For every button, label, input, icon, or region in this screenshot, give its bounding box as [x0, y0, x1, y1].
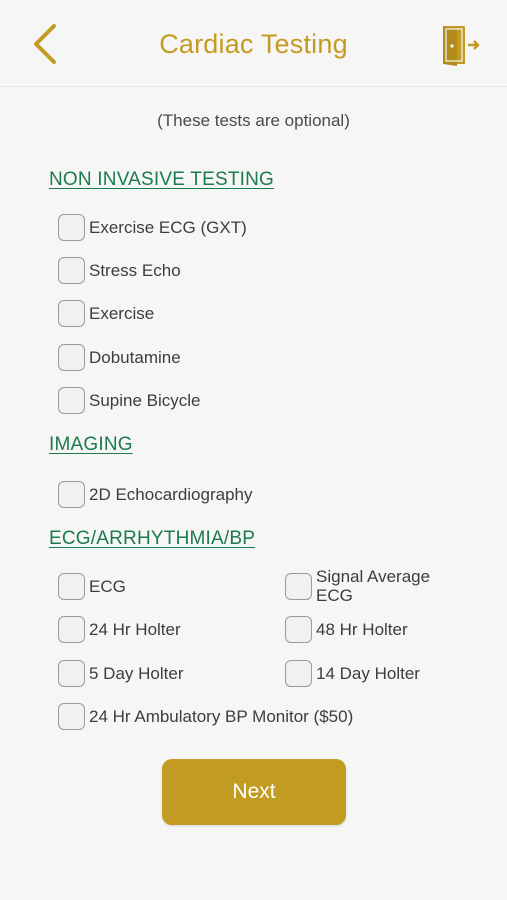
option-stress-echo[interactable]: Stress Echo	[58, 254, 181, 286]
option-signal-average-ecg[interactable]: Signal Average ECG	[285, 565, 446, 607]
option-2d-echocardiography[interactable]: 2D Echocardiography	[58, 478, 252, 510]
checkbox[interactable]	[285, 659, 312, 687]
checkbox[interactable]	[58, 256, 85, 284]
page-title: Cardiac Testing	[159, 29, 348, 59]
next-button[interactable]: Next	[162, 759, 346, 825]
option-dobutamine[interactable]: Dobutamine	[58, 341, 181, 373]
option-label: 5 Day Holter	[89, 663, 184, 683]
option-label: Supine Bicycle	[89, 390, 201, 410]
option-label: ECG	[89, 576, 126, 596]
checkbox[interactable]	[58, 480, 85, 508]
option-label: 24 Hr Ambulatory BP Monitor ($50)	[89, 706, 354, 726]
option-5-day-holter[interactable]: 5 Day Holter	[58, 657, 183, 689]
logout-button[interactable]	[440, 22, 482, 68]
option-48hr-holter[interactable]: 48 Hr Holter	[285, 613, 408, 645]
optional-note: (These tests are optional)	[157, 111, 350, 130]
checkbox[interactable]	[58, 702, 85, 730]
option-exercise-ecg[interactable]: Exercise ECG (GXT)	[58, 211, 247, 243]
option-label: 48 Hr Holter	[316, 619, 408, 639]
section-heading-imaging: IMAGING	[49, 434, 133, 455]
logout-door-icon	[443, 26, 480, 66]
option-ecg[interactable]: ECG	[58, 570, 126, 602]
checkbox[interactable]	[58, 615, 85, 643]
option-24hr-ambulatory-bp[interactable]: 24 Hr Ambulatory BP Monitor ($50)	[58, 700, 353, 732]
checkbox[interactable]	[285, 615, 312, 643]
checkbox[interactable]	[285, 572, 312, 600]
option-label: 2D Echocardiography	[89, 484, 253, 504]
option-label: 14 Day Holter	[316, 663, 420, 683]
checkbox[interactable]	[58, 299, 85, 327]
option-exercise[interactable]: Exercise	[58, 297, 154, 329]
section-heading-non-invasive: NON INVASIVE TESTING	[49, 169, 275, 190]
cardiac-testing-screen: Cardiac Testing (These tests are optiona…	[0, 0, 507, 900]
checkbox[interactable]	[58, 343, 85, 371]
option-24hr-holter[interactable]: 24 Hr Holter	[58, 613, 181, 645]
option-label: Signal Average ECG	[316, 567, 431, 605]
option-14-day-holter[interactable]: 14 Day Holter	[285, 657, 420, 689]
checkbox[interactable]	[58, 659, 85, 687]
option-label: Stress Echo	[89, 260, 181, 280]
option-supine-bicycle[interactable]: Supine Bicycle	[58, 384, 201, 416]
checkbox[interactable]	[58, 572, 85, 600]
option-label: Dobutamine	[89, 347, 181, 367]
option-label: Exercise	[89, 303, 155, 323]
option-label: 24 Hr Holter	[89, 619, 181, 639]
section-heading-ecg: ECG/ARRHYTHMIA/BP	[49, 528, 256, 549]
checkbox[interactable]	[58, 213, 85, 241]
nav-header: Cardiac Testing	[0, 0, 507, 87]
option-label: Exercise ECG (GXT)	[89, 217, 247, 237]
checkbox[interactable]	[58, 386, 85, 414]
